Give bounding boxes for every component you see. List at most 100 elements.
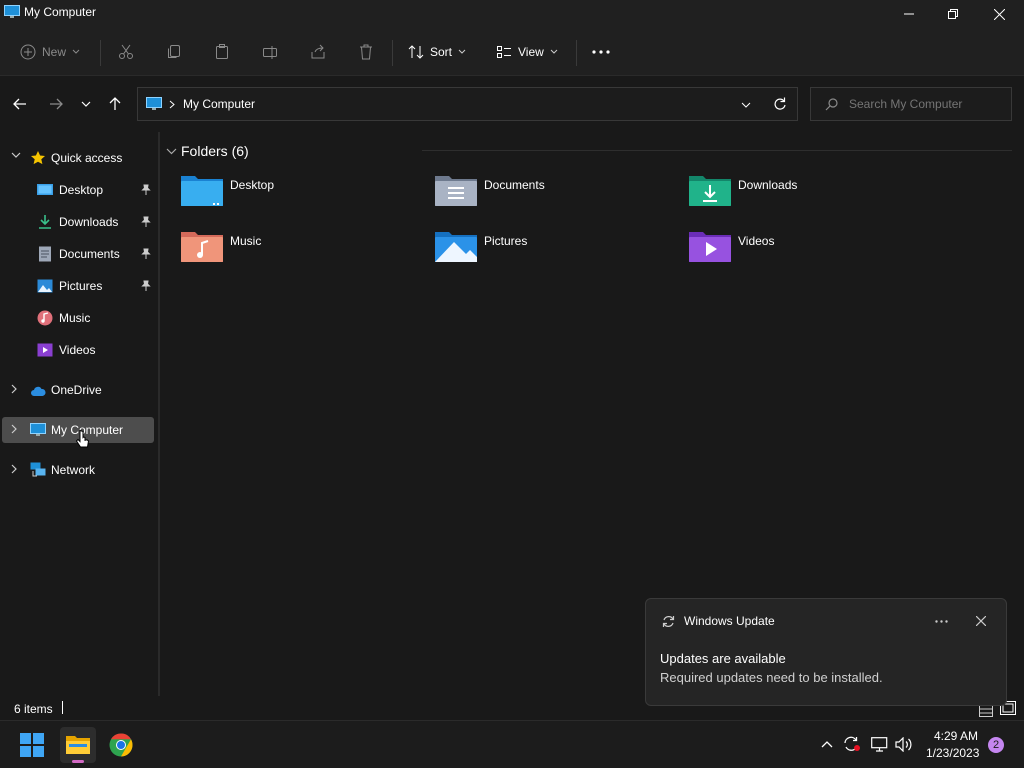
folder-name: Music: [230, 234, 262, 248]
file-explorer-icon: [66, 736, 90, 754]
refresh-icon[interactable]: [773, 97, 786, 110]
taskbar-app-chrome[interactable]: [105, 729, 137, 761]
chevron-down-icon[interactable]: [11, 152, 21, 159]
taskbar-app-file-explorer[interactable]: [60, 727, 96, 763]
sidebar-item-label: OneDrive: [51, 383, 102, 397]
chevron-down-icon: [81, 101, 91, 107]
folder-music[interactable]: Music: [180, 228, 420, 272]
chevron-right-icon[interactable]: [11, 464, 18, 474]
sidebar-item-label: Quick access: [51, 151, 123, 165]
star-icon: [31, 151, 45, 165]
sidebar-item-desktop[interactable]: Desktop: [2, 177, 154, 203]
search-box[interactable]: [810, 87, 1012, 121]
volume-icon[interactable]: [895, 737, 913, 752]
download-icon: [39, 215, 51, 229]
view-button[interactable]: View: [496, 36, 558, 68]
folder-downloads[interactable]: Downloads: [688, 172, 928, 216]
notification-badge[interactable]: 2: [988, 737, 1004, 753]
folder-documents[interactable]: Documents: [434, 172, 674, 216]
more-options-button[interactable]: [592, 36, 610, 68]
recent-locations-button[interactable]: [78, 96, 94, 112]
restore-icon: [948, 9, 958, 19]
folder-pictures[interactable]: Pictures: [434, 228, 674, 272]
cut-button[interactable]: [118, 36, 134, 68]
cut-icon: [119, 44, 133, 59]
start-button[interactable]: [16, 729, 48, 761]
delete-button[interactable]: [358, 36, 374, 68]
sidebar-item-quick-access[interactable]: Quick access: [2, 145, 154, 171]
details-view-icon[interactable]: [979, 705, 993, 717]
sidebar-item-label: Videos: [59, 343, 96, 357]
up-button[interactable]: [107, 96, 123, 112]
sidebar-item-label: Pictures: [59, 279, 103, 293]
chevron-down-icon: [72, 49, 80, 54]
more-icon[interactable]: [935, 620, 948, 623]
new-button[interactable]: New: [20, 36, 80, 68]
network-icon: [30, 462, 46, 477]
sidebar-item-onedrive[interactable]: OneDrive: [2, 377, 154, 403]
close-icon: [993, 8, 1005, 20]
toast-heading: Updates are available: [660, 651, 786, 666]
rename-button[interactable]: [262, 36, 278, 68]
command-bar: New Sort View: [0, 28, 1024, 76]
group-label: Folders (6): [181, 143, 249, 159]
toolbar-separator: [392, 40, 393, 66]
computer-icon: [4, 5, 20, 18]
sidebar-item-label: Downloads: [59, 215, 119, 229]
share-button[interactable]: [310, 36, 326, 68]
desktop-icon: [37, 184, 53, 195]
folder-videos[interactable]: Videos: [688, 228, 928, 272]
new-label: New: [42, 45, 67, 59]
minimize-button[interactable]: [886, 0, 932, 28]
clock-time[interactable]: 4:29 AM: [934, 729, 978, 743]
view-label: View: [518, 45, 544, 59]
paste-icon: [216, 44, 228, 59]
folder-name: Documents: [484, 178, 545, 192]
restore-button[interactable]: [930, 0, 976, 28]
arrow-left-icon: [13, 98, 26, 110]
computer-icon: [30, 423, 46, 436]
desktop-folder-icon: [181, 176, 223, 206]
sidebar-item-music[interactable]: Music: [2, 305, 154, 331]
minimize-icon: [904, 13, 914, 15]
documents-icon: [39, 246, 51, 262]
chevron-up-icon[interactable]: [821, 740, 833, 748]
chevron-right-icon[interactable]: [11, 424, 18, 434]
pin-icon: [141, 184, 151, 195]
pin-icon: [141, 248, 151, 259]
paste-button[interactable]: [214, 36, 230, 68]
back-button[interactable]: [12, 96, 28, 112]
sort-button[interactable]: Sort: [408, 36, 466, 68]
windows-update-toast[interactable]: Windows Update Updates are available Req…: [645, 598, 1007, 706]
windows-start-icon: [20, 733, 44, 757]
chevron-down-icon[interactable]: [741, 102, 751, 108]
folder-desktop[interactable]: Desktop: [180, 172, 420, 216]
sidebar-item-label: Documents: [59, 247, 120, 261]
chevron-right-icon[interactable]: [11, 384, 18, 394]
forward-button[interactable]: [48, 96, 64, 112]
folders-group-header[interactable]: Folders (6): [166, 143, 249, 159]
sidebar-item-videos[interactable]: Videos: [2, 337, 154, 363]
onedrive-icon: [31, 386, 46, 396]
search-input[interactable]: [849, 96, 1005, 112]
share-icon: [311, 44, 325, 59]
documents-folder-icon: [435, 176, 477, 206]
close-icon[interactable]: [976, 616, 986, 626]
sidebar-item-documents[interactable]: Documents: [2, 241, 154, 267]
chevron-right-icon: [169, 100, 175, 109]
network-icon[interactable]: [871, 737, 888, 752]
close-button[interactable]: [976, 0, 1022, 28]
sort-icon: [408, 45, 424, 59]
sort-label: Sort: [430, 45, 453, 59]
folder-name: Pictures: [484, 234, 528, 248]
address-bar[interactable]: My Computer: [137, 87, 798, 121]
toolbar-separator: [100, 40, 101, 66]
sidebar-item-downloads[interactable]: Downloads: [2, 209, 154, 235]
sidebar-item-network[interactable]: Network: [2, 457, 154, 483]
sidebar-item-pictures[interactable]: Pictures: [2, 273, 154, 299]
address-path[interactable]: My Computer: [183, 97, 255, 111]
clock-date[interactable]: 1/23/2023: [926, 746, 979, 760]
mouse-cursor-icon: [76, 429, 90, 448]
copy-button[interactable]: [166, 36, 182, 68]
update-icon[interactable]: [843, 736, 861, 752]
